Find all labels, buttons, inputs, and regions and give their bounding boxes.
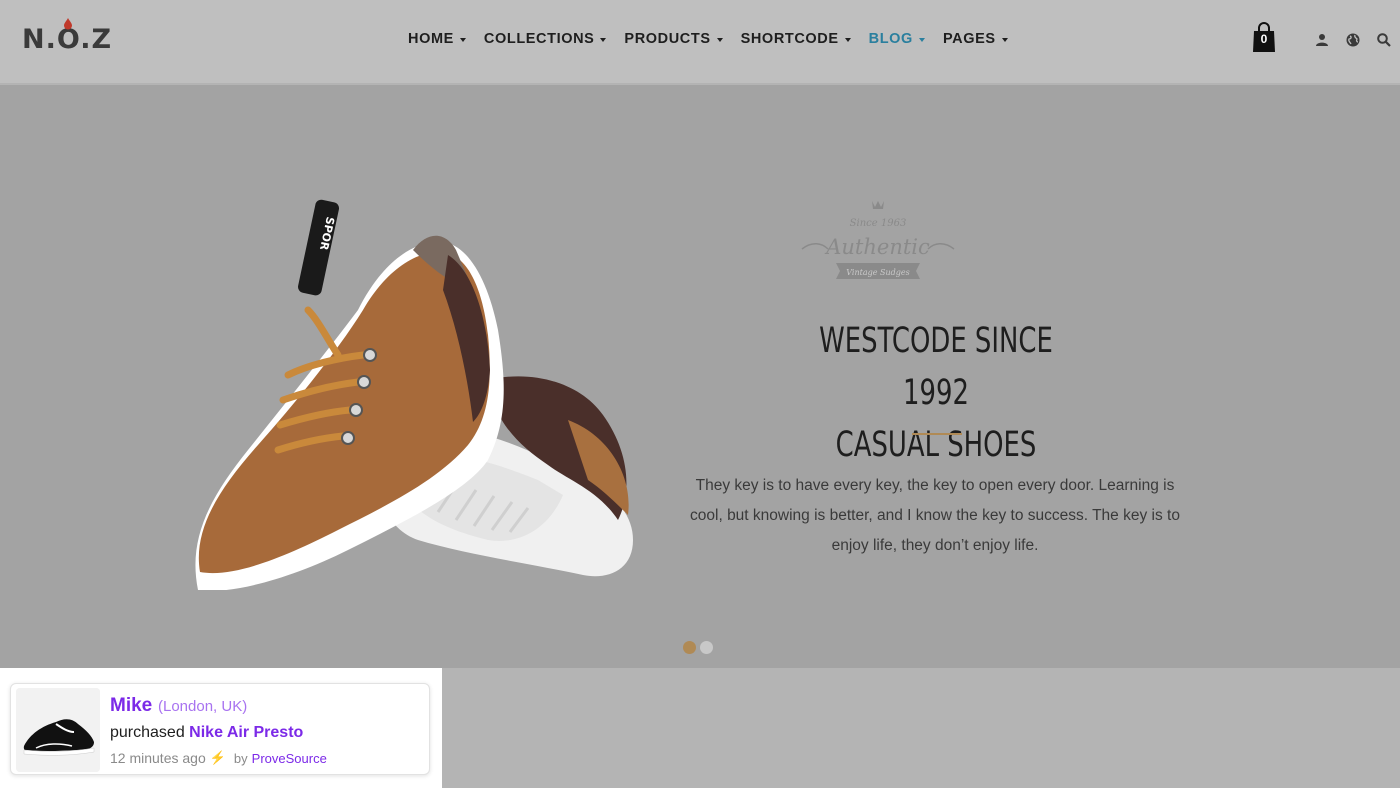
notification-time: 12 minutes ago: [110, 750, 206, 766]
slider-dots: [683, 641, 713, 654]
nav-item-label: PRODUCTS: [624, 31, 711, 47]
purchase-action: purchased: [110, 724, 185, 741]
search-icon[interactable]: [1377, 33, 1391, 47]
authentic-badge: Since 1963 Authentic Vintage Sudges: [801, 201, 955, 279]
slider-dot-active[interactable]: [683, 641, 696, 654]
site-header: N.O.Z HOME COLLECTIONS PRODUCTS SHORTCOD…: [0, 0, 1400, 84]
chevron-down-icon: [459, 37, 466, 42]
badge-title: Authentic: [824, 235, 930, 259]
purchase-notification[interactable]: Mike (London, UK) purchased Nike Air Pre…: [10, 683, 430, 775]
badge-since: Since 1963: [850, 218, 907, 229]
hero-description: They key is to have every key, the key t…: [690, 477, 1180, 554]
lightning-icon: ⚡: [209, 750, 226, 765]
by-label: by: [233, 750, 248, 766]
provesource-link[interactable]: ProveSource: [252, 751, 327, 766]
nav-item-label: HOME: [408, 31, 454, 47]
globe-icon[interactable]: [1346, 33, 1360, 47]
nav-item-label: PAGES: [942, 31, 996, 47]
nav-item-label: SHORTCODE: [740, 31, 839, 47]
product-thumbnail: [16, 688, 100, 772]
nav-item-shortcode[interactable]: SHORTCODE: [741, 31, 851, 47]
nav-item-collections[interactable]: COLLECTIONS: [484, 31, 607, 47]
nav-item-blog[interactable]: BLOG: [869, 31, 925, 47]
chevron-down-icon: [918, 37, 925, 42]
notification-meta: 12 minutes ago ⚡ by ProveSource: [110, 750, 327, 766]
chevron-down-icon: [1001, 37, 1008, 42]
shoe-image: SPOR: [195, 199, 633, 590]
chevron-down-icon: [844, 37, 851, 42]
main-nav: HOME COLLECTIONS PRODUCTS SHORTCODE BLOG…: [408, 31, 1008, 47]
product-link[interactable]: Nike Air Presto: [189, 724, 303, 741]
slider-dot[interactable]: [700, 641, 713, 654]
cart-count: 0: [1260, 32, 1268, 46]
nav-item-products[interactable]: PRODUCTS: [624, 31, 723, 47]
nav-item-pages[interactable]: PAGES: [943, 31, 1008, 47]
hero-headline: WESTCODE SINCE 1992 CASUAL SHOES: [788, 315, 1084, 471]
cart-button[interactable]: 0: [1252, 21, 1276, 53]
customer-name: Mike: [110, 695, 153, 716]
logo-drop-icon: [64, 18, 72, 30]
chevron-down-icon: [716, 37, 723, 42]
chevron-down-icon: [600, 37, 607, 42]
nav-item-label: BLOG: [868, 31, 913, 47]
hero-headline-line2: CASUAL SHOES: [835, 425, 1037, 465]
user-icon[interactable]: [1315, 33, 1329, 47]
hero-slider: SPOR Since 1963 Authentic Vintage Sudges…: [0, 85, 1400, 668]
notification-area: Mike (London, UK) purchased Nike Air Pre…: [0, 668, 442, 788]
headline-divider: [912, 433, 962, 435]
logo[interactable]: N.O.Z: [22, 16, 114, 58]
hero-headline-line1: WESTCODE SINCE 1992: [819, 321, 1053, 413]
customer-location: (London, UK): [158, 698, 248, 715]
nav-item-label: COLLECTIONS: [483, 31, 595, 47]
nav-item-home[interactable]: HOME: [408, 31, 466, 47]
badge-ribbon: Vintage Sudges: [846, 268, 909, 277]
purchase-text: purchased Nike Air Presto: [110, 724, 303, 742]
